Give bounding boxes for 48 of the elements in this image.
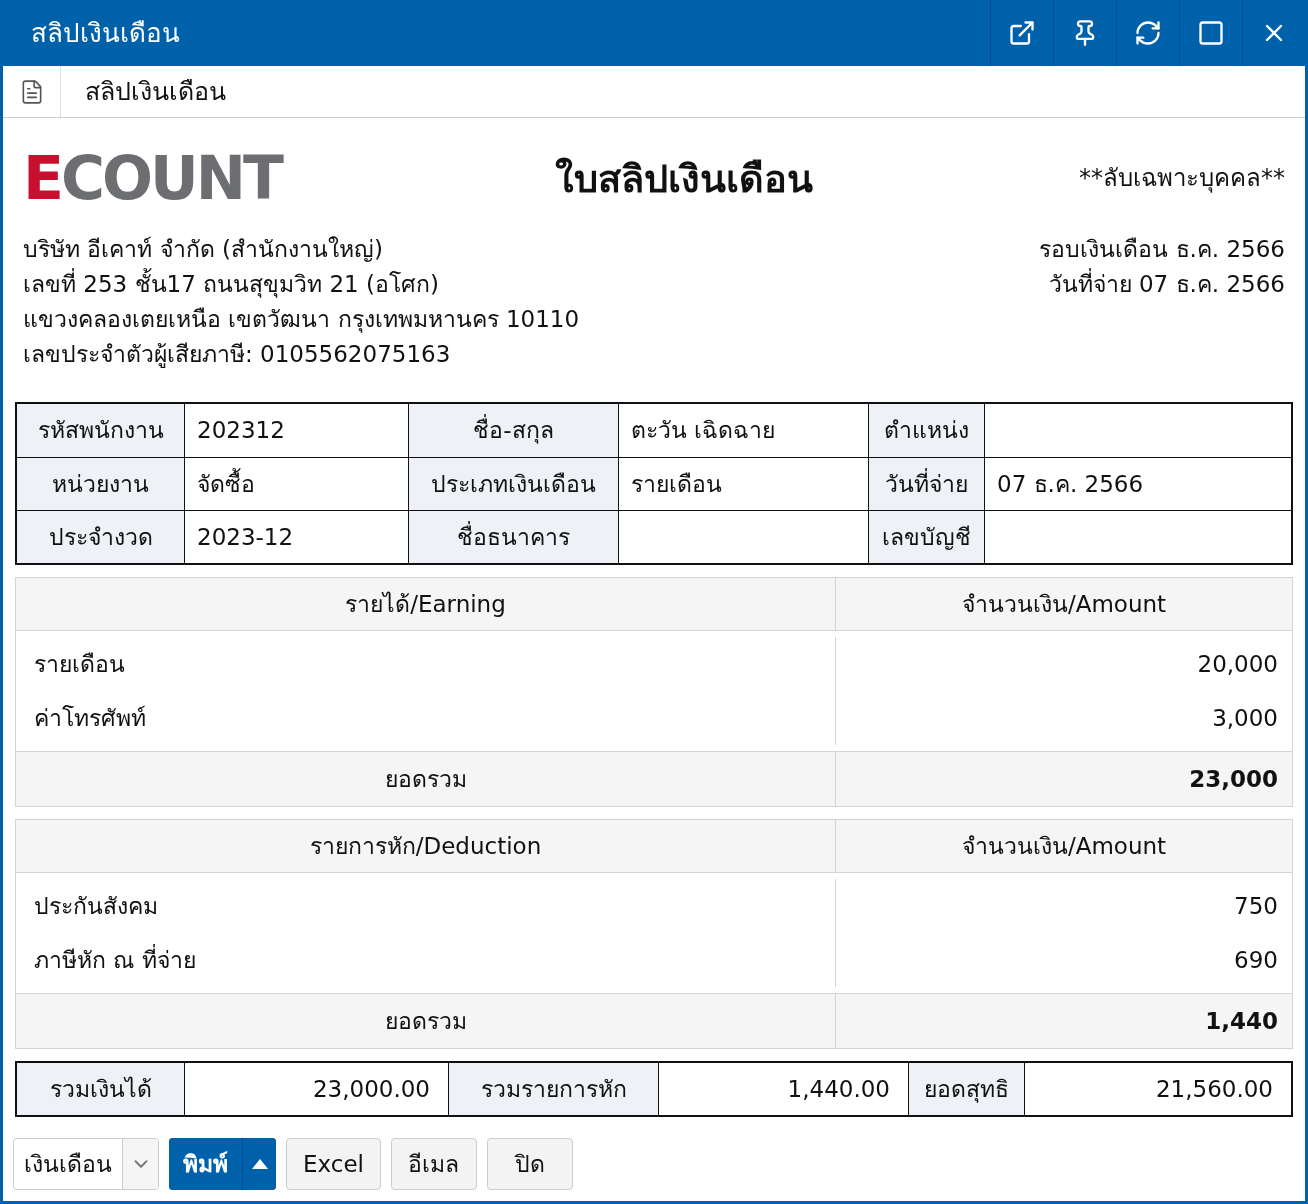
item-name: ประกันสังคม: [34, 891, 159, 921]
total-amount: 23,000: [1188, 764, 1279, 794]
field-label: วันที่จ่าย: [869, 458, 985, 510]
column-header: รายการหัก/Deduction: [16, 820, 836, 872]
field-label: ชื่อ-สกุล: [409, 404, 619, 457]
total-amount: 1,440: [1204, 1006, 1279, 1036]
field-label: เลขบัญชี: [869, 511, 985, 563]
field-label: ประเภทเงินเดือน: [409, 458, 619, 510]
summary-value: 21,560.00: [1154, 1074, 1274, 1104]
column-header: จำนวนเงิน/Amount: [960, 831, 1168, 861]
item-amount: 690: [1234, 945, 1278, 975]
caret-up-icon: [251, 1159, 268, 1169]
summary-label: รวมรายการหัก: [449, 1063, 659, 1115]
field-label: ชื่อธนาคาร: [409, 511, 619, 563]
window-title: สลิปเงินเดือน: [30, 16, 181, 50]
type-select[interactable]: เงินเดือน: [13, 1138, 159, 1190]
field-label: รหัสพนักงาน: [17, 404, 185, 457]
item-name: รายเดือน: [34, 649, 126, 679]
company-info: บริษัท อีเคาท์ จำกัด (สำนักงานใหญ่): [23, 235, 384, 264]
logo: ECOUNT: [23, 148, 283, 208]
pay-info: รอบเงินเดือน ธ.ค. 2566: [1039, 235, 1285, 264]
item-amount: 3,000: [1212, 703, 1278, 733]
company-info: เลขประจำตัวผู้เสียภาษี: 0105562075163: [23, 340, 452, 370]
field-value: 07 ธ.ค. 2566: [996, 469, 1145, 499]
item-amount: 20,000: [1197, 649, 1278, 679]
dropdown-toggle[interactable]: [242, 1138, 276, 1190]
column-header: จำนวนเงิน/Amount: [960, 589, 1168, 619]
pay-info: วันที่จ่าย 07 ธ.ค. 2566: [1048, 267, 1285, 302]
select-value: เงินเดือน: [23, 1149, 113, 1179]
action-button[interactable]: ปิด: [486, 1138, 573, 1190]
column-header: รายได้/Earning: [16, 578, 836, 630]
document-title: ใบสลิปเงินเดือน: [554, 154, 814, 203]
action-button[interactable]: อีเมล: [390, 1138, 477, 1190]
item-name: ค่าโทรศัพท์: [34, 703, 147, 733]
company-info: เลขที่ 253 ชั้น17 ถนนสุขุมวิท 21 (อโศก): [23, 267, 580, 302]
total-label: ยอดรวม: [16, 752, 836, 806]
field-label: หน่วยงาน: [17, 458, 185, 510]
confidential-note: **ลับเฉพาะบุคคล**: [1078, 163, 1285, 195]
total-label: ยอดรวม: [16, 994, 836, 1048]
summary-label: ยอดสุทธิ: [909, 1063, 1025, 1115]
field-label: ตำแหน่ง: [869, 404, 985, 457]
tab-title: สลิปเงินเดือน: [84, 75, 226, 108]
summary-label: รวมเงินได้: [17, 1063, 185, 1115]
item-name: ภาษีหัก ณ ที่จ่าย: [34, 943, 197, 975]
company-info: แขวงคลองเตยเหนือ เขตวัฒนา กรุงเทพมหานคร 10110: [23, 305, 580, 335]
action-button[interactable]: Excel: [286, 1138, 381, 1190]
item-amount: 750: [1234, 891, 1278, 921]
field-label: ประจำงวด: [17, 511, 185, 563]
